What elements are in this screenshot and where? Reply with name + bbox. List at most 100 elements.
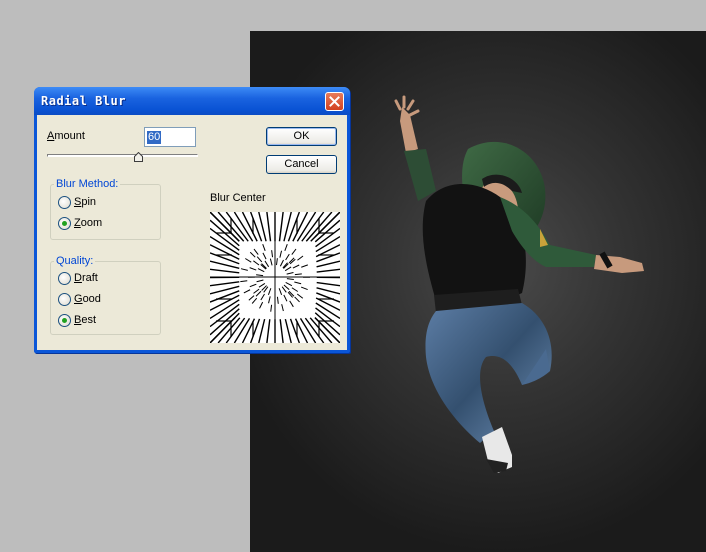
blur-center-label: Blur Center [210,192,266,204]
blur-ray [294,281,302,285]
blur-ray [258,318,266,343]
blur-ray [276,296,279,304]
good-label[interactable]: Good [74,293,101,305]
blur-ray [256,274,264,277]
blur-ray [294,273,302,276]
blur-ray [262,252,267,260]
amount-label: Amount [47,130,85,142]
blur-ray [264,260,270,268]
blur-ray [240,280,248,283]
blur-ray [285,253,290,261]
radial-blur-dialog: Radial Blur Amount 60 OK Cancel Blur Met… [34,87,350,353]
blur-ray [253,248,259,255]
blur-ray [256,279,264,283]
blur-ray [253,288,260,294]
ok-button[interactable]: OK [266,127,337,146]
blur-ray [278,288,283,295]
blur-ray [316,260,340,268]
blur-method-label: Blur Method: [54,178,121,190]
zoom-radio[interactable] [58,217,71,230]
best-label[interactable]: Best [74,314,96,326]
blur-ray [266,319,271,343]
radio-selected-dot [62,221,67,226]
blur-ray [316,287,340,295]
blur-ray [275,258,278,266]
blur-center-preview[interactable] [210,212,340,343]
blur-ray [267,288,272,295]
blur-ray [245,258,252,263]
blur-ray [249,267,257,271]
blur-ray [210,268,240,274]
good-radio[interactable] [58,293,71,306]
blur-ray [260,293,265,301]
blur-ray [284,266,292,272]
blur-ray [315,297,340,311]
blur-ray [262,244,266,251]
amount-slider-thumb[interactable] [134,152,143,162]
blur-ray [279,259,284,267]
blur-ray [300,286,308,291]
blur-ray [316,268,340,273]
blur-ray [296,293,304,299]
blur-ray [284,318,292,343]
amount-value: 60 [147,131,162,144]
blur-ray [270,304,273,312]
dialog-client-area: Amount 60 OK Cancel Blur Method: Spin Zo… [37,115,347,350]
blur-ray [249,283,257,288]
radio-selected-dot [62,318,67,323]
best-radio[interactable] [58,314,71,327]
blur-ray [271,250,274,258]
blur-ray [297,255,304,261]
blur-ray [283,294,288,302]
dialog-title: Radial Blur [41,94,126,108]
blur-ray [255,290,262,297]
spin-radio[interactable] [58,196,71,209]
blur-ray [268,296,271,304]
blur-ray [281,286,287,293]
close-x-icon [329,96,340,107]
blur-ray [256,256,263,263]
zoom-label[interactable]: Zoom [74,217,102,229]
cancel-button[interactable]: Cancel [266,155,337,174]
blur-ray [259,301,264,309]
blur-ray [284,244,288,251]
blur-ray [286,278,294,281]
blur-ray [279,319,284,343]
blur-ray [210,312,240,343]
blur-ray [292,264,300,269]
blur-ray [289,300,294,308]
quality-label: Quality: [54,255,96,267]
amount-input[interactable]: 60 [144,127,196,147]
blur-ray [251,297,258,304]
blur-ray [281,304,284,312]
blur-ray [286,272,294,275]
blur-ray [243,289,251,294]
amount-slider-track[interactable] [47,154,198,157]
blur-ray [285,282,293,287]
draft-label[interactable]: Draft [74,272,98,284]
blur-ray [283,284,290,291]
blur-ray [269,258,273,266]
blur-ray [248,295,255,301]
blur-ray [258,283,266,288]
blur-ray [257,268,265,273]
blur-ray [291,248,297,255]
blur-ray [210,281,240,287]
blur-ray [240,268,248,271]
blur-ray [291,287,299,292]
blur-ray [266,212,272,242]
blur-ray [294,296,300,303]
draft-radio[interactable] [58,272,71,285]
close-button[interactable] [325,92,344,111]
dialog-titlebar[interactable]: Radial Blur [34,87,350,115]
blur-ray [310,212,340,242]
blur-ray [316,281,340,287]
blur-ray [301,264,308,268]
blur-ray [249,251,256,258]
blur-ray [210,212,240,242]
spin-label[interactable]: Spin [74,196,96,208]
blur-method-group [50,184,161,240]
blur-ray [253,260,260,266]
blur-ray [278,212,284,242]
blur-ray [279,250,283,258]
